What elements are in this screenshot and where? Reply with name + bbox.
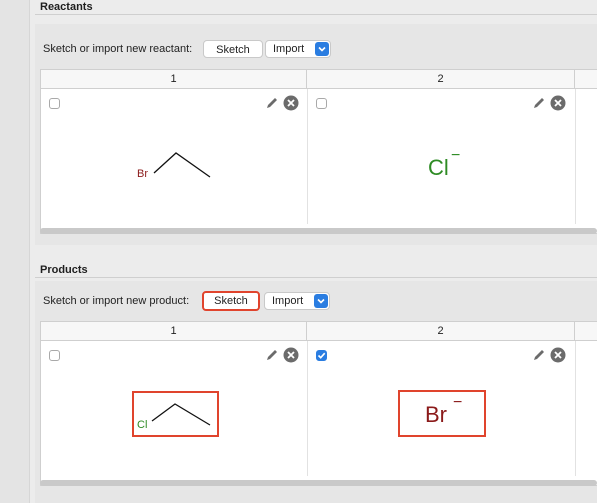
column-header: 2 [307, 322, 575, 341]
bromide-ion-label: Br [425, 402, 447, 427]
section-divider [35, 14, 597, 15]
column-header: 1 [41, 70, 307, 89]
column-header [575, 322, 597, 341]
reactants-title: Reactants [40, 1, 93, 13]
reactant-import-label: Import [273, 43, 305, 55]
remove-icon[interactable] [550, 347, 566, 363]
molecule-cell-partial [576, 341, 597, 476]
reactants-table: 1 2 Br Cl − [40, 69, 597, 234]
molecule-cell[interactable]: Cl [41, 341, 308, 476]
molecule-cell-partial [576, 89, 597, 224]
select-checkbox-checked[interactable] [316, 350, 327, 361]
column-header [575, 70, 597, 89]
product-import-select[interactable]: Import [264, 292, 330, 310]
chevron-down-icon[interactable] [315, 42, 329, 56]
edit-pencil-icon[interactable] [532, 96, 546, 110]
molecule-cell[interactable]: Br − [308, 341, 576, 476]
reactants-panel: Sketch or import new reactant: Sketch Im… [35, 24, 597, 245]
products-section: Products Sketch or import new product: S… [35, 257, 597, 503]
product-import-label: Import [272, 295, 304, 307]
reactant-import-select[interactable]: Import [265, 40, 331, 58]
column-header: 2 [307, 70, 575, 89]
column-header: 1 [41, 322, 307, 341]
products-title: Products [40, 264, 88, 276]
bromoethane-structure [153, 152, 211, 178]
remove-icon[interactable] [550, 95, 566, 111]
product-sketch-button[interactable]: Sketch [202, 291, 260, 311]
product-row-label: Sketch or import new product: [43, 295, 190, 307]
chloroethane-structure [151, 403, 211, 426]
reactant-row-label: Sketch or import new reactant: [43, 43, 193, 55]
horizontal-scrollbar[interactable] [40, 228, 597, 234]
atom-label-chlorine: Cl [137, 419, 148, 431]
chloride-ion-label: Cl [428, 155, 449, 180]
charge-label: − [453, 394, 463, 411]
horizontal-scrollbar[interactable] [40, 480, 597, 486]
reactants-section: Reactants Sketch or import new reactant:… [35, 0, 597, 245]
molecule-cell[interactable]: Br [41, 89, 308, 224]
section-divider [35, 277, 597, 278]
atom-label-bromine: Br [137, 168, 148, 180]
charge-label: − [451, 147, 461, 164]
reactant-sketch-button[interactable]: Sketch [203, 40, 263, 58]
products-panel: Sketch or import new product: Sketch Imp… [35, 281, 597, 503]
left-gutter [0, 0, 30, 503]
edit-pencil-icon[interactable] [532, 348, 546, 362]
molecule-cell[interactable]: Cl − [308, 89, 576, 224]
chevron-down-icon[interactable] [314, 294, 328, 308]
select-checkbox[interactable] [316, 98, 327, 109]
products-table: 1 2 Cl Br − [40, 321, 597, 486]
